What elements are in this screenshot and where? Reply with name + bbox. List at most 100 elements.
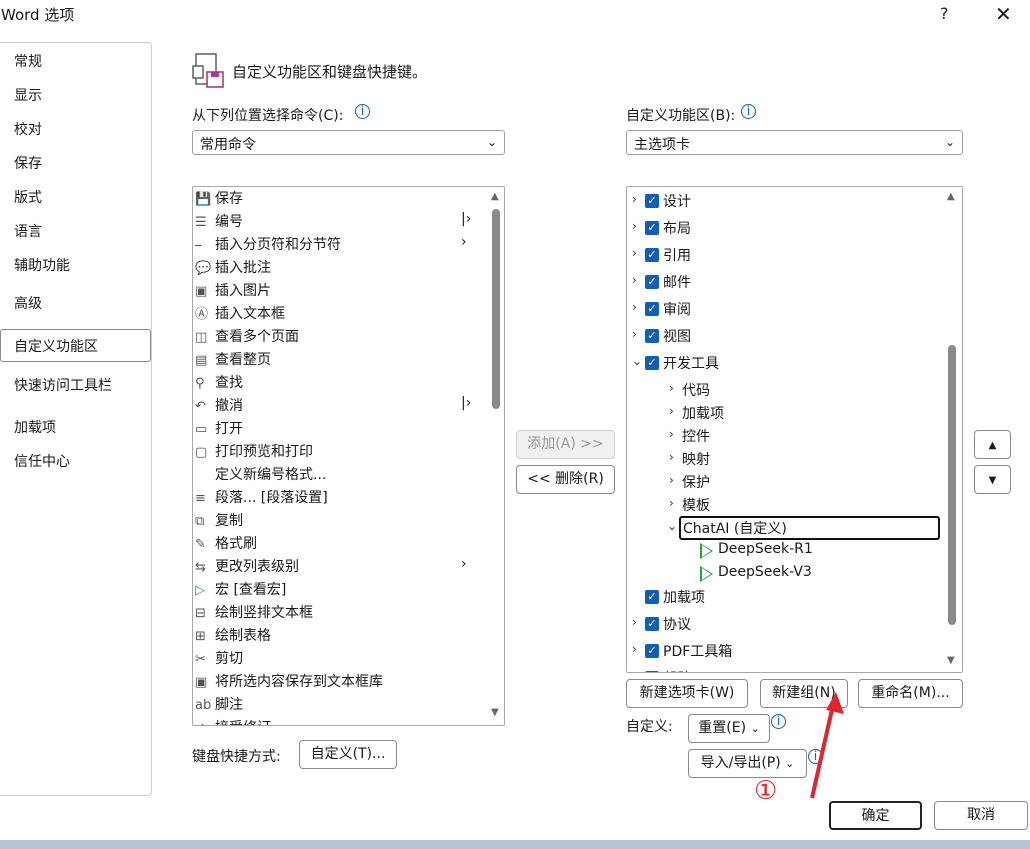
- tree-tab-item[interactable]: › ✓ PDF工具箱: [627, 640, 942, 663]
- chevron-right-icon[interactable]: ›: [632, 642, 637, 656]
- command-item[interactable]: 💬 插入批注: [195, 257, 485, 280]
- tree-group-item[interactable]: › 代码: [627, 379, 942, 402]
- nav-item-accessibility[interactable]: 辅助功能: [14, 255, 70, 275]
- command-item[interactable]: ⇆ 更改列表级别 ›: [195, 556, 485, 579]
- command-item[interactable]: ▤ 查看整页: [195, 349, 485, 372]
- tree-group-item[interactable]: › 加载项: [627, 402, 942, 425]
- command-item[interactable]: ⧉ 复制: [195, 510, 485, 533]
- help-button[interactable]: ?: [940, 4, 949, 23]
- nav-item-advanced[interactable]: 高级: [14, 293, 42, 313]
- scroll-up-icon[interactable]: ▲: [491, 191, 499, 202]
- command-item[interactable]: ⚲ 查找: [195, 372, 485, 395]
- command-item[interactable]: Ⓐ 插入文本框: [195, 303, 485, 326]
- nav-item-addins[interactable]: 加载项: [14, 417, 56, 437]
- tree-tab-item[interactable]: › ✓ 布局: [627, 217, 942, 240]
- nav-item-trust-center[interactable]: 信任中心: [14, 451, 70, 471]
- nav-item-general[interactable]: 常规: [14, 51, 42, 71]
- checkbox[interactable]: ✓: [645, 671, 659, 672]
- checkbox[interactable]: ✓: [645, 590, 659, 604]
- checkbox[interactable]: ✓: [645, 329, 659, 343]
- customize-keyboard-button[interactable]: 自定义(T)...: [299, 740, 397, 769]
- command-item[interactable]: ▣ 将所选内容保存到文本框库: [195, 671, 485, 694]
- chevron-right-icon[interactable]: ›: [632, 273, 637, 287]
- chevron-right-icon[interactable]: ›: [632, 615, 637, 629]
- chevron-right-icon[interactable]: ›: [632, 219, 637, 233]
- nav-item-typography[interactable]: 版式: [14, 187, 42, 207]
- tree-tab-item[interactable]: › ✓ 邮件: [627, 271, 942, 294]
- customize-ribbon-select[interactable]: 主选项卡 ⌄: [626, 130, 963, 155]
- commands-scroll-thumb[interactable]: [492, 209, 500, 409]
- scroll-down-icon[interactable]: ▼: [947, 655, 955, 666]
- command-item[interactable]: ≡ 段落... [段落设置]: [195, 487, 485, 510]
- tree-tab-item[interactable]: › ✓ 引用: [627, 244, 942, 267]
- import-export-button[interactable]: 导入/导出(P) ⌄: [688, 749, 807, 778]
- chevron-right-icon[interactable]: ›: [632, 327, 637, 341]
- tree-group-item[interactable]: › 控件: [627, 425, 942, 448]
- tree-group-item[interactable]: › 映射: [627, 448, 942, 471]
- chevron-right-icon[interactable]: ›: [632, 192, 637, 206]
- add-button[interactable]: 添加(A) >>: [516, 430, 615, 459]
- checkbox[interactable]: ✓: [645, 356, 659, 370]
- command-item[interactable]: ✂ 剪切: [195, 648, 485, 671]
- command-item[interactable]: ab 脚注: [195, 694, 485, 717]
- command-item[interactable]: ⊟ 绘制竖排文本框: [195, 602, 485, 625]
- commands-list[interactable]: 💾 保存 ☰ 编号 |› ⎯ 插入分页符和分节符 › 💬 插入批注 ▣ 插入图片 Ⓐ 插入文本框 ◫ 查看多个…: [192, 186, 505, 726]
- chevron-right-icon[interactable]: ›: [632, 669, 637, 672]
- tree-scrollbar[interactable]: ▲ ▼: [942, 187, 962, 672]
- info-icon[interactable]: i: [741, 104, 756, 119]
- tree-tab-item[interactable]: › ✓ 协议: [627, 613, 942, 636]
- rename-button[interactable]: 重命名(M)...: [858, 679, 963, 708]
- ok-button[interactable]: 确定: [829, 801, 922, 830]
- tree-tab-item[interactable]: ⌄ ✓ 开发工具: [627, 352, 942, 375]
- chevron-right-icon[interactable]: ›: [669, 427, 674, 441]
- command-item[interactable]: ✓接受修订: [195, 717, 485, 725]
- checkbox[interactable]: ✓: [645, 194, 659, 208]
- move-up-button[interactable]: ▲: [974, 430, 1011, 459]
- command-item[interactable]: ⎯ 插入分页符和分节符 ›: [195, 234, 485, 257]
- move-down-button[interactable]: ▼: [974, 465, 1011, 494]
- tree-tab-item[interactable]: ✓ 加载项: [627, 586, 942, 609]
- checkbox[interactable]: ✓: [645, 644, 659, 658]
- command-item[interactable]: ⊞ 绘制表格: [195, 625, 485, 648]
- command-item[interactable]: ▢ 打印预览和打印: [195, 441, 485, 464]
- info-icon[interactable]: i: [355, 104, 370, 119]
- command-item[interactable]: ◫ 查看多个页面: [195, 326, 485, 349]
- checkbox[interactable]: ✓: [645, 248, 659, 262]
- command-item[interactable]: 定义新编号格式...: [195, 464, 485, 487]
- info-icon[interactable]: i: [771, 714, 786, 729]
- nav-item-customize-ribbon[interactable]: 自定义功能区: [14, 336, 98, 356]
- chevron-right-icon[interactable]: ›: [669, 496, 674, 510]
- command-item[interactable]: ▣ 插入图片: [195, 280, 485, 303]
- checkbox[interactable]: ✓: [645, 617, 659, 631]
- ribbon-tree[interactable]: › ✓ 设计 › ✓ 布局 › ✓ 引用 › ✓ 邮件 › ✓ 审阅 › ✓ 视图 ⌄ ✓ 开发工具 › 代码 › 加载项 › 控件…: [626, 186, 963, 673]
- command-item[interactable]: ✎ 格式刷: [195, 533, 485, 556]
- tree-custom-group[interactable]: ⌄ ChatAI (自定义): [627, 516, 942, 540]
- scroll-up-icon[interactable]: ▲: [947, 191, 955, 202]
- tree-tab-item[interactable]: › ✓ 设计: [627, 190, 942, 213]
- chevron-right-icon[interactable]: ›: [632, 300, 637, 314]
- new-tab-button[interactable]: 新建选项卡(W): [626, 679, 748, 708]
- reset-button[interactable]: 重置(E) ⌄: [688, 714, 770, 743]
- chevron-right-icon[interactable]: ›: [669, 404, 674, 418]
- tree-command-item[interactable]: DeepSeek-V3: [627, 563, 942, 586]
- chevron-right-icon[interactable]: ›: [669, 473, 674, 487]
- tree-scroll-thumb[interactable]: [948, 345, 956, 625]
- chevron-down-icon[interactable]: ⌄: [632, 354, 642, 368]
- chevron-right-icon[interactable]: ›: [669, 381, 674, 395]
- cancel-button[interactable]: 取消: [934, 801, 1028, 830]
- nav-item-save[interactable]: 保存: [14, 153, 42, 173]
- choose-commands-select[interactable]: 常用命令 ⌄: [192, 130, 505, 155]
- checkbox[interactable]: ✓: [645, 302, 659, 316]
- tree-tab-item[interactable]: › ✓ 审阅: [627, 298, 942, 321]
- chevron-right-icon[interactable]: ›: [669, 450, 674, 464]
- scroll-down-icon[interactable]: ▼: [491, 707, 499, 718]
- nav-item-quick-access[interactable]: 快速访问工具栏: [14, 375, 112, 395]
- tree-tab-item[interactable]: › ✓ 视图: [627, 325, 942, 348]
- tree-group-item[interactable]: › 模板: [627, 494, 942, 517]
- tree-command-item[interactable]: DeepSeek-R1: [627, 540, 942, 563]
- commands-scrollbar[interactable]: ▲ ▼: [488, 187, 504, 725]
- checkbox[interactable]: ✓: [645, 275, 659, 289]
- tree-tab-item[interactable]: › ✓ 帮助: [627, 667, 942, 672]
- command-item[interactable]: ▭ 打开: [195, 418, 485, 441]
- chevron-down-icon[interactable]: ⌄: [667, 519, 677, 533]
